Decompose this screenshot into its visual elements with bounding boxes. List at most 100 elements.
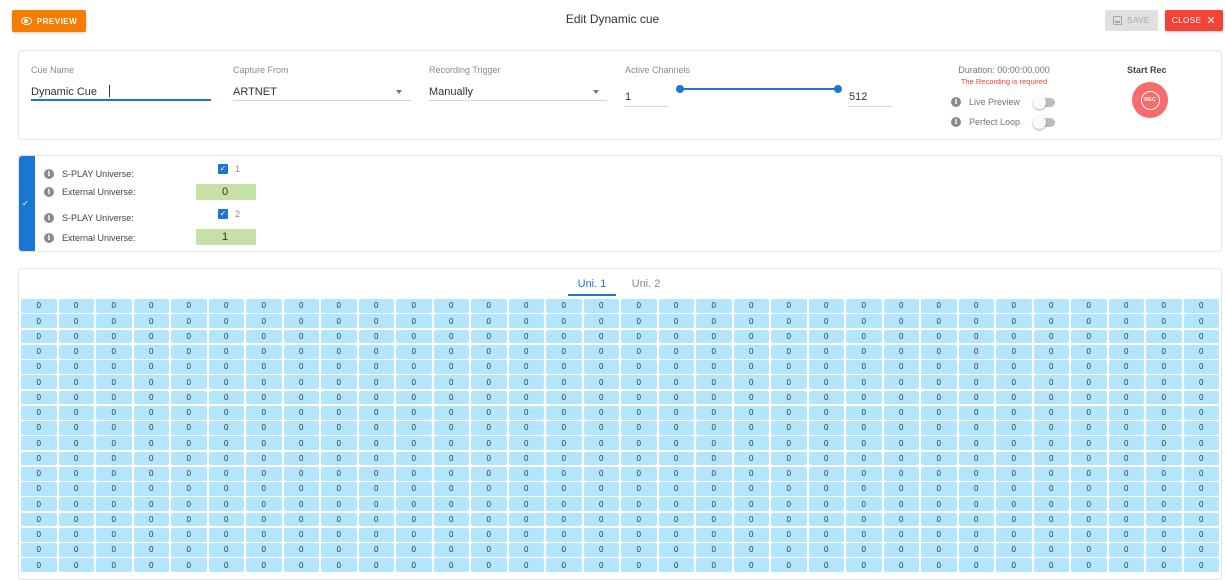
dmx-channel-cell[interactable]: 0: [1108, 405, 1144, 420]
dmx-channel-cell[interactable]: 0: [583, 375, 619, 389]
dmx-channel-cell[interactable]: 0: [58, 466, 94, 481]
dmx-channel-cell[interactable]: 0: [658, 405, 694, 420]
dmx-channel-cell[interactable]: 0: [958, 405, 994, 420]
dmx-channel-cell[interactable]: 0: [1033, 405, 1069, 420]
dmx-channel-cell[interactable]: 0: [846, 436, 882, 450]
dmx-channel-cell[interactable]: 0: [958, 512, 994, 527]
dmx-channel-cell[interactable]: 0: [883, 436, 919, 450]
dmx-channel-cell[interactable]: 0: [133, 299, 169, 313]
dmx-channel-cell[interactable]: 0: [771, 436, 807, 450]
dmx-channel-cell[interactable]: 0: [21, 543, 57, 557]
dmx-channel-cell[interactable]: 0: [471, 451, 507, 466]
dmx-channel-cell[interactable]: 0: [621, 329, 657, 344]
dmx-channel-cell[interactable]: 0: [133, 375, 169, 389]
channels-max-input[interactable]: 512: [849, 91, 867, 103]
dmx-channel-cell[interactable]: 0: [1108, 421, 1144, 435]
dmx-channel-cell[interactable]: 0: [658, 497, 694, 511]
dmx-channel-cell[interactable]: 0: [358, 482, 394, 496]
dmx-channel-cell[interactable]: 0: [171, 543, 207, 557]
dmx-channel-cell[interactable]: 0: [846, 344, 882, 359]
dmx-channel-cell[interactable]: 0: [921, 436, 957, 450]
channels-slider-track[interactable]: [680, 88, 838, 90]
dmx-channel-cell[interactable]: 0: [883, 344, 919, 359]
dmx-channel-cell[interactable]: 0: [508, 451, 544, 466]
dmx-channel-cell[interactable]: 0: [696, 390, 732, 405]
dmx-channel-cell[interactable]: 0: [883, 497, 919, 511]
dmx-channel-cell[interactable]: 0: [471, 436, 507, 450]
dmx-channel-cell[interactable]: 0: [321, 421, 357, 435]
dmx-channel-cell[interactable]: 0: [1071, 543, 1107, 557]
dmx-channel-cell[interactable]: 0: [883, 543, 919, 557]
dmx-channel-cell[interactable]: 0: [58, 497, 94, 511]
dmx-channel-cell[interactable]: 0: [508, 421, 544, 435]
dmx-channel-cell[interactable]: 0: [846, 329, 882, 344]
dmx-channel-cell[interactable]: 0: [546, 482, 582, 496]
perfect-loop-toggle[interactable]: [1033, 116, 1055, 129]
dmx-channel-cell[interactable]: 0: [246, 482, 282, 496]
dmx-channel-cell[interactable]: 0: [921, 497, 957, 511]
dmx-channel-cell[interactable]: 0: [958, 329, 994, 344]
dmx-channel-cell[interactable]: 0: [1108, 329, 1144, 344]
dmx-channel-cell[interactable]: 0: [546, 466, 582, 481]
dmx-channel-cell[interactable]: 0: [321, 558, 357, 572]
dmx-channel-cell[interactable]: 0: [208, 421, 244, 435]
dmx-channel-cell[interactable]: 0: [1146, 344, 1182, 359]
dmx-channel-cell[interactable]: 0: [1071, 344, 1107, 359]
dmx-channel-cell[interactable]: 0: [958, 299, 994, 313]
dmx-channel-cell[interactable]: 0: [358, 314, 394, 328]
dmx-channel-cell[interactable]: 0: [96, 543, 132, 557]
dmx-channel-cell[interactable]: 0: [1183, 390, 1219, 405]
dmx-channel-cell[interactable]: 0: [621, 512, 657, 527]
external-universe-info-icon[interactable]: i: [44, 187, 54, 197]
dmx-channel-cell[interactable]: 0: [958, 390, 994, 405]
capture-from-dropdown-icon[interactable]: [396, 90, 402, 94]
dmx-channel-cell[interactable]: 0: [133, 512, 169, 527]
recording-trigger-select[interactable]: Manually: [429, 86, 473, 98]
dmx-channel-cell[interactable]: 0: [283, 405, 319, 420]
dmx-channel-cell[interactable]: 0: [883, 360, 919, 374]
dmx-channel-cell[interactable]: 0: [546, 329, 582, 344]
dmx-channel-cell[interactable]: 0: [321, 512, 357, 527]
dmx-channel-cell[interactable]: 0: [1146, 299, 1182, 313]
dmx-channel-cell[interactable]: 0: [1071, 451, 1107, 466]
dmx-channel-cell[interactable]: 0: [921, 329, 957, 344]
dmx-channel-cell[interactable]: 0: [171, 527, 207, 542]
dmx-channel-cell[interactable]: 0: [1108, 451, 1144, 466]
dmx-channel-cell[interactable]: 0: [583, 497, 619, 511]
dmx-channel-cell[interactable]: 0: [283, 512, 319, 527]
dmx-channel-cell[interactable]: 0: [21, 451, 57, 466]
dmx-channel-cell[interactable]: 0: [583, 558, 619, 572]
dmx-channel-cell[interactable]: 0: [583, 344, 619, 359]
dmx-channel-cell[interactable]: 0: [321, 436, 357, 450]
dmx-channel-cell[interactable]: 0: [546, 405, 582, 420]
dmx-channel-cell[interactable]: 0: [846, 390, 882, 405]
dmx-channel-cell[interactable]: 0: [396, 436, 432, 450]
dmx-channel-cell[interactable]: 0: [283, 299, 319, 313]
dmx-channel-cell[interactable]: 0: [583, 482, 619, 496]
dmx-channel-cell[interactable]: 0: [658, 390, 694, 405]
dmx-channel-cell[interactable]: 0: [246, 512, 282, 527]
dmx-channel-cell[interactable]: 0: [58, 405, 94, 420]
dmx-channel-cell[interactable]: 0: [696, 421, 732, 435]
dmx-channel-cell[interactable]: 0: [58, 375, 94, 389]
dmx-channel-cell[interactable]: 0: [883, 466, 919, 481]
dmx-channel-cell[interactable]: 0: [321, 497, 357, 511]
dmx-channel-cell[interactable]: 0: [621, 482, 657, 496]
dmx-channel-cell[interactable]: 0: [321, 466, 357, 481]
dmx-channel-cell[interactable]: 0: [883, 390, 919, 405]
dmx-channel-cell[interactable]: 0: [846, 405, 882, 420]
dmx-channel-cell[interactable]: 0: [921, 558, 957, 572]
dmx-channel-cell[interactable]: 0: [658, 558, 694, 572]
dmx-channel-cell[interactable]: 0: [1183, 558, 1219, 572]
record-button[interactable]: REC: [1132, 82, 1168, 118]
dmx-channel-cell[interactable]: 0: [283, 497, 319, 511]
dmx-channel-cell[interactable]: 0: [133, 360, 169, 374]
dmx-channel-cell[interactable]: 0: [171, 558, 207, 572]
dmx-channel-cell[interactable]: 0: [996, 314, 1032, 328]
dmx-channel-cell[interactable]: 0: [1033, 314, 1069, 328]
dmx-channel-cell[interactable]: 0: [246, 421, 282, 435]
dmx-channel-cell[interactable]: 0: [283, 421, 319, 435]
dmx-channel-cell[interactable]: 0: [433, 436, 469, 450]
dmx-channel-cell[interactable]: 0: [1108, 390, 1144, 405]
dmx-channel-cell[interactable]: 0: [808, 421, 844, 435]
